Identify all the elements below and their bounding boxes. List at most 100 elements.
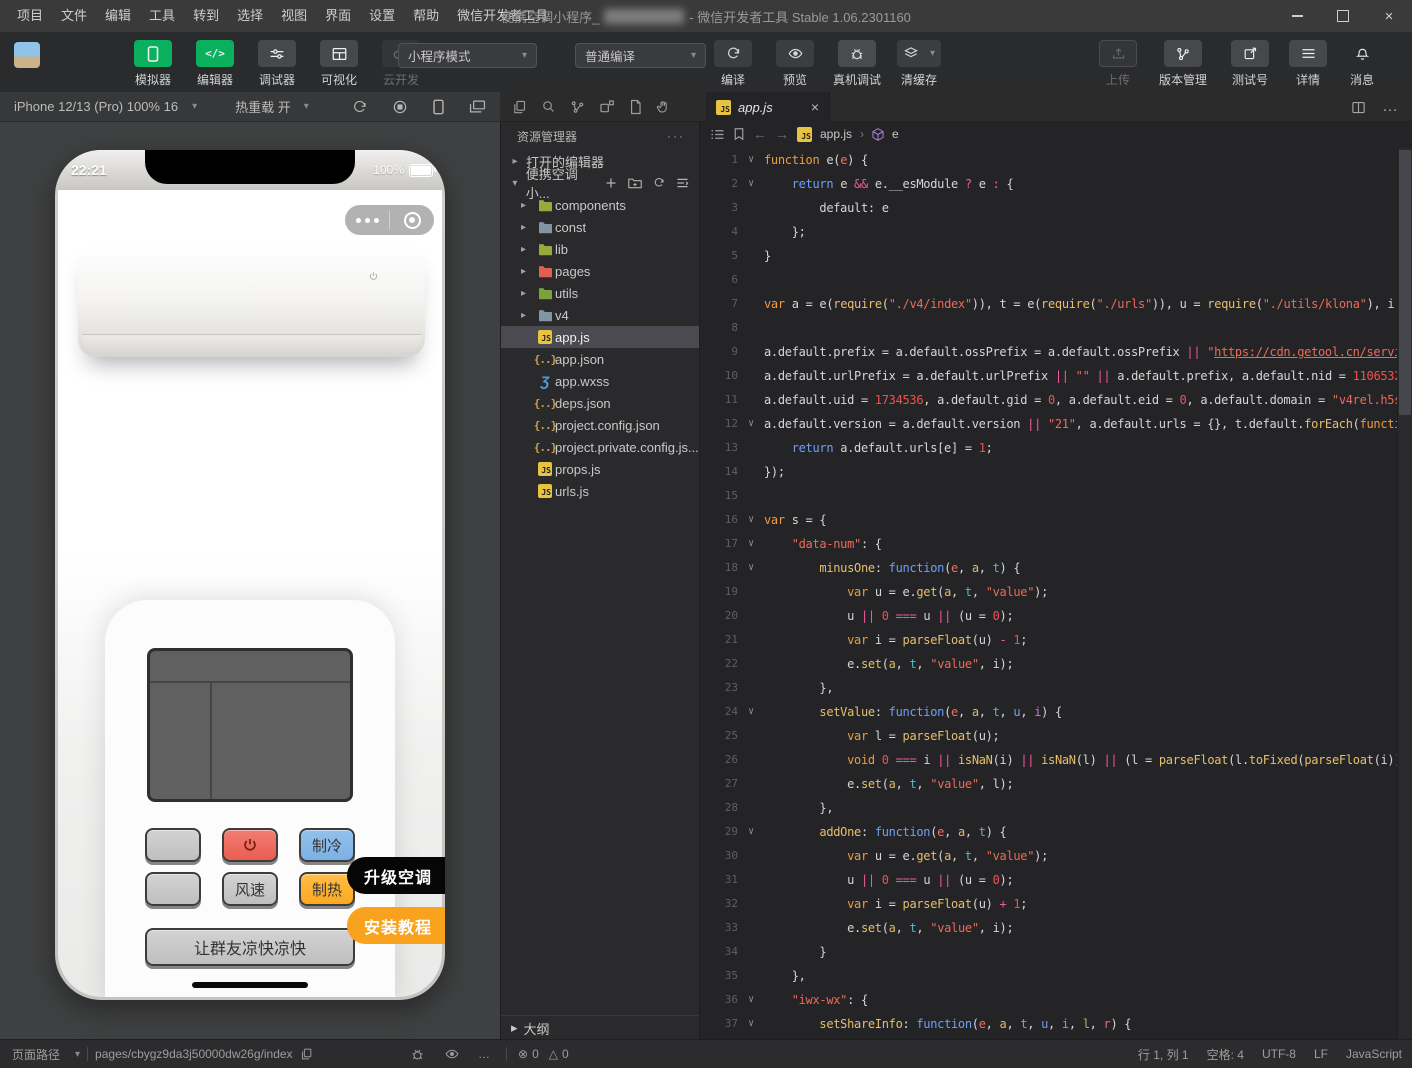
code-line-34[interactable]: 34 } bbox=[700, 940, 1398, 964]
code-line-25[interactable]: 25 var l = parseFloat(u); bbox=[700, 724, 1398, 748]
split-layout-icon[interactable] bbox=[599, 99, 615, 115]
details-button[interactable]: 详情 bbox=[1286, 40, 1330, 88]
device-selector[interactable]: iPhone 12/13 (Pro) 100% 16 ▾ bbox=[0, 99, 197, 114]
code-line-28[interactable]: 28 }, bbox=[700, 796, 1398, 820]
mode-select[interactable]: 小程序模式 ▾ bbox=[398, 43, 537, 68]
file-item-deps-json[interactable]: {..}deps.json bbox=[501, 392, 699, 414]
explorer-more-icon[interactable]: ··· bbox=[667, 129, 685, 143]
close-target-icon[interactable] bbox=[390, 212, 434, 229]
device-frame-icon[interactable] bbox=[432, 99, 445, 115]
file-item-app-wxss[interactable]: Ʒapp.wxss bbox=[501, 370, 699, 392]
preview-button[interactable]: 预览 bbox=[770, 40, 820, 88]
fan-speed-button[interactable]: 风速 bbox=[222, 872, 278, 906]
close-button[interactable]: × bbox=[1366, 0, 1412, 32]
page-path-label[interactable]: 页面路径 bbox=[12, 1046, 60, 1063]
more-actions-icon[interactable]: … bbox=[1382, 98, 1400, 116]
fold-chevron-icon[interactable]: ∨ bbox=[738, 532, 764, 556]
bookmark-icon[interactable] bbox=[733, 127, 745, 141]
code-line-33[interactable]: 33 e.set(a, t, "value", i); bbox=[700, 916, 1398, 940]
code-line-7[interactable]: 7var a = e(require("./v4/index")), t = e… bbox=[700, 292, 1398, 316]
code-line-15[interactable]: 15 bbox=[700, 484, 1398, 508]
new-folder-icon[interactable] bbox=[628, 177, 642, 189]
file-item-app-js[interactable]: JSapp.js bbox=[501, 326, 699, 348]
page-path-value[interactable]: pages/cbygz9da3j50000dw26g/index bbox=[95, 1047, 293, 1061]
menu-item[interactable]: 帮助 bbox=[404, 0, 448, 32]
code-line-35[interactable]: 35 }, bbox=[700, 964, 1398, 988]
fold-chevron-icon[interactable]: ∨ bbox=[738, 820, 764, 844]
code-line-19[interactable]: 19 var u = e.get(a, t, "value"); bbox=[700, 580, 1398, 604]
code-line-31[interactable]: 31 u || 0 === u || (u = 0); bbox=[700, 868, 1398, 892]
maximize-button[interactable] bbox=[1320, 0, 1366, 32]
fold-chevron-icon[interactable]: ∨ bbox=[738, 508, 764, 532]
code-line-14[interactable]: 14}); bbox=[700, 460, 1398, 484]
record-screen-icon[interactable] bbox=[392, 99, 408, 115]
upgrade-badge[interactable]: 升级空调 bbox=[347, 857, 445, 894]
code-line-8[interactable]: 8 bbox=[700, 316, 1398, 340]
outline-section[interactable]: ▸ 大纲 bbox=[501, 1015, 699, 1040]
code-line-29[interactable]: 29∨ addOne: function(e, a, t) { bbox=[700, 820, 1398, 844]
editor-scrollbar[interactable] bbox=[1397, 148, 1412, 1040]
encoding-indicator[interactable]: UTF-8 bbox=[1262, 1047, 1296, 1061]
language-indicator[interactable]: JavaScript bbox=[1346, 1047, 1402, 1061]
code-line-4[interactable]: 4 }; bbox=[700, 220, 1398, 244]
code-line-6[interactable]: 6 bbox=[700, 268, 1398, 292]
code-line-18[interactable]: 18∨ minusOne: function(e, a, t) { bbox=[700, 556, 1398, 580]
fold-chevron-icon[interactable]: ∨ bbox=[738, 700, 764, 724]
editor-toggle[interactable]: </> 编辑器 bbox=[188, 40, 242, 88]
code-line-36[interactable]: 36∨ "iwx-wx": { bbox=[700, 988, 1398, 1012]
code-line-26[interactable]: 26 void 0 === i || isNaN(i) || isNaN(l) … bbox=[700, 748, 1398, 772]
hand-icon[interactable] bbox=[656, 99, 671, 115]
hot-reload-selector[interactable]: 热重载 开 ▾ bbox=[235, 97, 309, 116]
fold-chevron-icon[interactable]: ∨ bbox=[738, 412, 764, 436]
compile-button[interactable]: 编译 bbox=[708, 40, 758, 88]
menu-item[interactable]: 设置 bbox=[360, 0, 404, 32]
outline-toggle-icon[interactable] bbox=[710, 128, 725, 141]
breadcrumb-symbol[interactable]: e bbox=[892, 127, 899, 141]
upload-button[interactable]: 上传 bbox=[1094, 40, 1142, 88]
navigate-forward-icon[interactable]: → bbox=[775, 126, 789, 142]
indent-setting[interactable]: 空格: 4 bbox=[1207, 1046, 1244, 1063]
folder-item-pages[interactable]: ▸pages bbox=[501, 260, 699, 282]
code-line-32[interactable]: 32 var i = parseFloat(u) + 1; bbox=[700, 892, 1398, 916]
menu-item[interactable]: 转到 bbox=[184, 0, 228, 32]
test-account-button[interactable]: 测试号 bbox=[1224, 40, 1276, 88]
fold-chevron-icon[interactable]: ∨ bbox=[738, 988, 764, 1012]
share-node-icon[interactable] bbox=[570, 99, 585, 115]
code-line-1[interactable]: 1∨function e(e) { bbox=[700, 148, 1398, 172]
problems-indicator[interactable]: ⊗0 △0 bbox=[518, 1040, 569, 1068]
breadcrumb-file[interactable]: app.js bbox=[820, 127, 852, 141]
menu-item[interactable]: 界面 bbox=[316, 0, 360, 32]
tab-close-icon[interactable]: × bbox=[811, 99, 819, 115]
minimize-button[interactable] bbox=[1274, 0, 1320, 32]
eol-indicator[interactable]: LF bbox=[1314, 1047, 1328, 1061]
code-line-13[interactable]: 13 return a.default.urls[e] = 1; bbox=[700, 436, 1398, 460]
cursor-position[interactable]: 行 1, 列 1 bbox=[1138, 1046, 1189, 1063]
file-item-project-config-json[interactable]: {..}project.config.json bbox=[501, 414, 699, 436]
code-line-5[interactable]: 5} bbox=[700, 244, 1398, 268]
code-line-9[interactable]: 9a.default.prefix = a.default.ossPrefix … bbox=[700, 340, 1398, 364]
cool-button[interactable]: 制冷 bbox=[299, 828, 355, 862]
fold-chevron-icon[interactable]: ∨ bbox=[738, 556, 764, 580]
simulator-toggle[interactable]: 模拟器 bbox=[126, 40, 180, 88]
navigate-back-icon[interactable]: ← bbox=[753, 126, 767, 142]
folder-item-lib[interactable]: ▸lib bbox=[501, 238, 699, 260]
messages-button[interactable]: 消息 bbox=[1340, 40, 1384, 88]
scrollbar-thumb[interactable] bbox=[1399, 150, 1411, 415]
menu-item[interactable]: 选择 bbox=[228, 0, 272, 32]
menu-item[interactable]: 工具 bbox=[140, 0, 184, 32]
fold-chevron-icon[interactable]: ∨ bbox=[738, 1012, 764, 1036]
code-line-16[interactable]: 16∨var s = { bbox=[700, 508, 1398, 532]
compile-mode-select[interactable]: 普通编译 ▾ bbox=[575, 43, 706, 68]
code-line-24[interactable]: 24∨ setValue: function(e, a, t, u, i) { bbox=[700, 700, 1398, 724]
code-line-12[interactable]: 12∨a.default.version = a.default.version… bbox=[700, 412, 1398, 436]
fold-chevron-icon[interactable]: ∨ bbox=[738, 172, 764, 196]
search-icon[interactable] bbox=[541, 99, 556, 114]
file-item-project-private-config-js-[interactable]: {..}project.private.config.js... bbox=[501, 436, 699, 458]
file-item-urls-js[interactable]: JSurls.js bbox=[501, 480, 699, 502]
install-tutorial-badge[interactable]: 安装教程 bbox=[347, 907, 445, 944]
split-editor-icon[interactable] bbox=[1351, 100, 1366, 115]
remote-blank-button-2[interactable] bbox=[145, 872, 201, 906]
copy-files-icon[interactable] bbox=[512, 99, 527, 115]
folder-item-v4[interactable]: ▸v4 bbox=[501, 304, 699, 326]
folder-item-utils[interactable]: ▸utils bbox=[501, 282, 699, 304]
